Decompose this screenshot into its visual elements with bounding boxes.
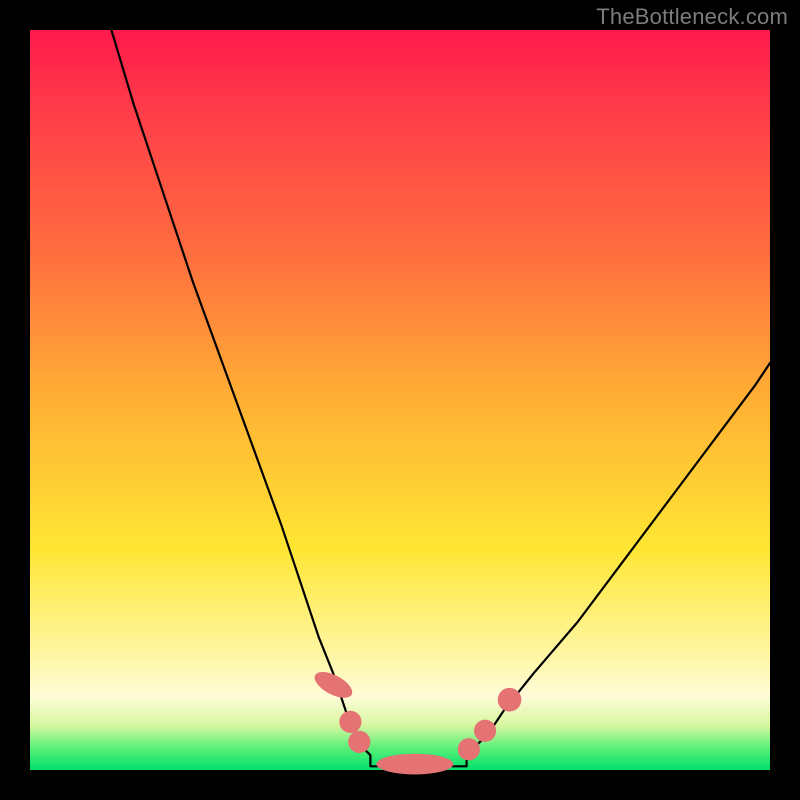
- marker-dot-4: [458, 738, 480, 760]
- chart-svg: [30, 30, 770, 770]
- valley-markers: [311, 667, 522, 775]
- curve-path: [111, 30, 770, 766]
- bottleneck-curve: [111, 30, 770, 766]
- marker-dot-1: [339, 711, 361, 733]
- marker-dot-5: [474, 720, 496, 742]
- marker-capsule-3: [376, 754, 453, 775]
- watermark-text: TheBottleneck.com: [596, 4, 788, 30]
- plot-area: [30, 30, 770, 770]
- marker-dot-6: [498, 688, 522, 712]
- chart-frame: TheBottleneck.com: [0, 0, 800, 800]
- marker-dot-2: [348, 731, 370, 753]
